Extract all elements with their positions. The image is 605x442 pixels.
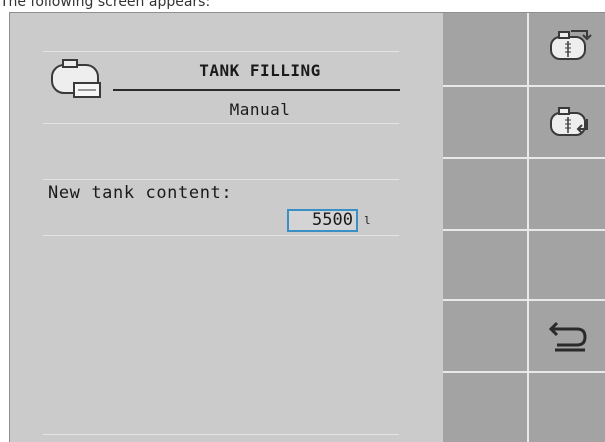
- softkey-divider: [443, 85, 527, 87]
- softkey-divider: [443, 229, 527, 231]
- softkey-divider: [443, 299, 527, 301]
- new-tank-content-label: New tank content:: [48, 183, 233, 203]
- softkey-divider: [529, 299, 605, 301]
- softkey-empty-4[interactable]: [533, 233, 603, 297]
- softkey-divider: [443, 157, 527, 159]
- softkey-empty-6[interactable]: [533, 377, 603, 441]
- page-title: TANK FILLING: [199, 61, 321, 80]
- softkey-tank-fill[interactable]: [533, 17, 603, 81]
- tank-fill-icon: [550, 30, 592, 60]
- caption: The following screen appears:: [0, 0, 211, 10]
- divider: [43, 235, 399, 236]
- softkey-divider: [443, 371, 527, 373]
- softkey-divider: [529, 229, 605, 231]
- softkey-divider: [529, 85, 605, 87]
- divider: [43, 179, 399, 180]
- page-subtitle: Manual: [229, 100, 291, 119]
- divider: [43, 51, 399, 52]
- softkey-empty-3[interactable]: [533, 161, 603, 225]
- terminal-screen: TANK FILLING Manual New tank content: 55…: [9, 12, 605, 442]
- softkey-back[interactable]: [533, 305, 603, 369]
- tank-content-input[interactable]: 5500: [287, 209, 358, 232]
- tank-manual-icon: [51, 59, 101, 98]
- softkey-tank-refill[interactable]: [533, 89, 603, 153]
- back-icon: [548, 321, 587, 352]
- unit-label: l: [364, 214, 371, 227]
- divider: [43, 123, 399, 124]
- softkey-divider: [527, 13, 529, 442]
- divider: [43, 434, 399, 435]
- softkey-divider: [529, 157, 605, 159]
- softkey-panel: [443, 13, 605, 442]
- tank-refill-icon: [550, 107, 588, 136]
- main-panel: TANK FILLING Manual New tank content: 55…: [10, 13, 443, 442]
- title-underline: [113, 89, 400, 91]
- softkey-divider: [529, 371, 605, 373]
